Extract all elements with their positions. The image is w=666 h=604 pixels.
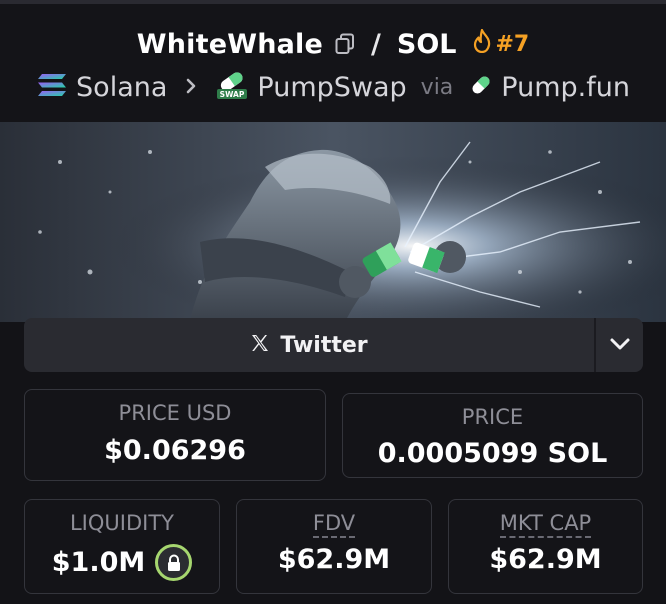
x-logo-icon	[250, 333, 270, 357]
breadcrumb: Solana SWAP PumpSwap via Pump.fun	[0, 67, 666, 107]
twitter-button[interactable]: Twitter	[24, 318, 594, 372]
price-value: 0.0005099 SOL	[377, 438, 608, 469]
chevron-down-icon	[609, 336, 631, 355]
dex-link[interactable]: PumpSwap	[257, 72, 406, 103]
liquidity-label: LIQUIDITY	[69, 511, 174, 535]
breadcrumb-chevron-icon	[185, 73, 197, 101]
solana-icon	[36, 72, 68, 102]
more-links-dropdown[interactable]	[596, 318, 643, 372]
liquidity-value-row: $1.0M	[25, 544, 219, 581]
chain-link[interactable]: Solana	[76, 72, 167, 103]
fdv-value: $62.9M	[277, 544, 391, 575]
pair-separator: /	[371, 28, 381, 60]
trending-rank[interactable]: #7	[473, 28, 530, 59]
price-card: PRICE 0.0005099 SOL	[342, 393, 643, 478]
price-usd-card: PRICE USD $0.06296	[24, 389, 326, 481]
launchpad-link[interactable]: Pump.fun	[501, 72, 630, 103]
social-links-bar: Twitter	[24, 318, 643, 372]
lock-icon[interactable]	[155, 544, 193, 581]
liquidity-value: $1.0M	[51, 547, 146, 578]
pumpswap-icon-text: SWAP	[220, 90, 245, 99]
twitter-label: Twitter	[280, 332, 368, 358]
mkt-cap-label[interactable]: MKT CAP	[499, 511, 592, 538]
quote-token: SOL	[396, 28, 457, 60]
pill-icon	[469, 73, 493, 101]
pumpswap-icon: SWAP	[215, 70, 249, 104]
fdv-label[interactable]: FDV	[312, 511, 356, 538]
fdv-label-wrap: FDV	[237, 511, 431, 538]
price-usd-value: $0.06296	[104, 435, 246, 466]
price-usd-label: PRICE USD	[118, 401, 232, 425]
via-label: via	[420, 74, 454, 100]
mkt-cap-card: MKT CAP $62.9M	[448, 499, 643, 594]
fdv-card: FDV $62.9M	[236, 499, 432, 594]
mkt-cap-label-wrap: MKT CAP	[449, 511, 642, 538]
copy-icon[interactable]	[335, 33, 355, 55]
token-banner-image	[0, 122, 666, 322]
rank-label: #7	[495, 31, 530, 57]
liquidity-card: LIQUIDITY $1.0M	[24, 499, 220, 594]
token-name: WhiteWhale	[136, 28, 324, 60]
price-label: PRICE	[461, 405, 524, 429]
mkt-cap-value: $62.9M	[489, 544, 602, 575]
flame-icon	[473, 28, 491, 59]
pair-title-row: WhiteWhale / SOL #7	[0, 24, 666, 64]
pair-header: WhiteWhale / SOL #7 Solana SWAP PumpSwap…	[0, 4, 666, 122]
